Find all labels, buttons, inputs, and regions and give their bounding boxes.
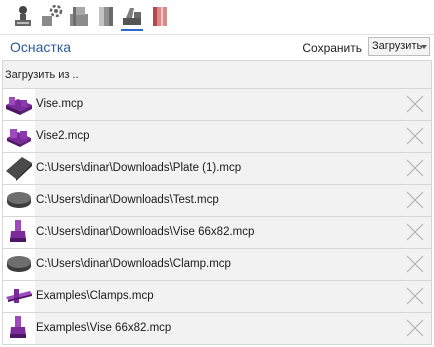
list-item-name: C:\Users\dinar\Downloads\Plate (1).mcp [36, 162, 242, 174]
close-icon[interactable] [405, 158, 425, 178]
list-item-name: Vise2.mcp [36, 130, 90, 142]
gear-tool-icon[interactable] [38, 3, 64, 29]
load-dropdown-label: Загрузить [372, 40, 423, 52]
disc-icon [3, 249, 35, 280]
disc-icon [3, 185, 35, 216]
toolbar [0, 0, 434, 34]
list-item-name: Examples\Vise 66x82.mcp [36, 322, 172, 334]
vise-icon [3, 89, 35, 120]
load-from-button[interactable]: Загрузить из .. [2, 60, 432, 89]
save-button[interactable]: Сохранить [302, 41, 362, 55]
list-item[interactable]: Vise2.mcp [2, 121, 432, 153]
red-block-icon[interactable] [147, 3, 173, 29]
list-item-name: Vise.mcp [36, 98, 84, 110]
close-icon[interactable] [405, 190, 425, 210]
list-item[interactable]: Examples\Clamps.mcp [2, 281, 432, 313]
list-item-name: C:\Users\dinar\Downloads\Vise 66x82.mcp [36, 226, 255, 238]
plate-icon [3, 153, 35, 184]
close-icon[interactable] [405, 254, 425, 274]
panel-title: Оснастка [10, 39, 72, 55]
close-icon[interactable] [405, 94, 425, 114]
fixture-list: Загрузить из .. Vise.mcp Vise2.mcp C:\Us… [2, 60, 432, 345]
fixture-icon[interactable] [119, 3, 145, 31]
list-item[interactable]: C:\Users\dinar\Downloads\Plate (1).mcp [2, 153, 432, 185]
close-icon[interactable] [405, 286, 425, 306]
list-item-name: Examples\Clamps.mcp [36, 290, 154, 302]
load-dropdown[interactable]: Загрузить [368, 37, 430, 56]
close-icon[interactable] [405, 318, 425, 338]
list-item[interactable]: Examples\Vise 66x82.mcp [2, 313, 432, 345]
clamp-bar-icon [3, 281, 35, 312]
panel-header: Оснастка Сохранить Загрузить [0, 34, 434, 59]
stock-person-icon[interactable] [10, 3, 36, 29]
stock-blocks-icon[interactable] [66, 3, 92, 29]
list-item[interactable]: C:\Users\dinar\Downloads\Test.mcp [2, 185, 432, 217]
vise-upright-icon [3, 313, 35, 344]
vise-icon [3, 121, 35, 152]
chevron-down-icon [421, 45, 427, 49]
list-item[interactable]: Vise.mcp [2, 89, 432, 121]
cylinder-icon[interactable] [93, 3, 119, 29]
close-icon[interactable] [405, 222, 425, 242]
vise-upright-icon [3, 217, 35, 248]
list-item-name: C:\Users\dinar\Downloads\Test.mcp [36, 194, 219, 206]
list-item-name: C:\Users\dinar\Downloads\Clamp.mcp [36, 258, 231, 270]
list-item[interactable]: C:\Users\dinar\Downloads\Clamp.mcp [2, 249, 432, 281]
close-icon[interactable] [405, 126, 425, 146]
list-item[interactable]: C:\Users\dinar\Downloads\Vise 66x82.mcp [2, 217, 432, 249]
